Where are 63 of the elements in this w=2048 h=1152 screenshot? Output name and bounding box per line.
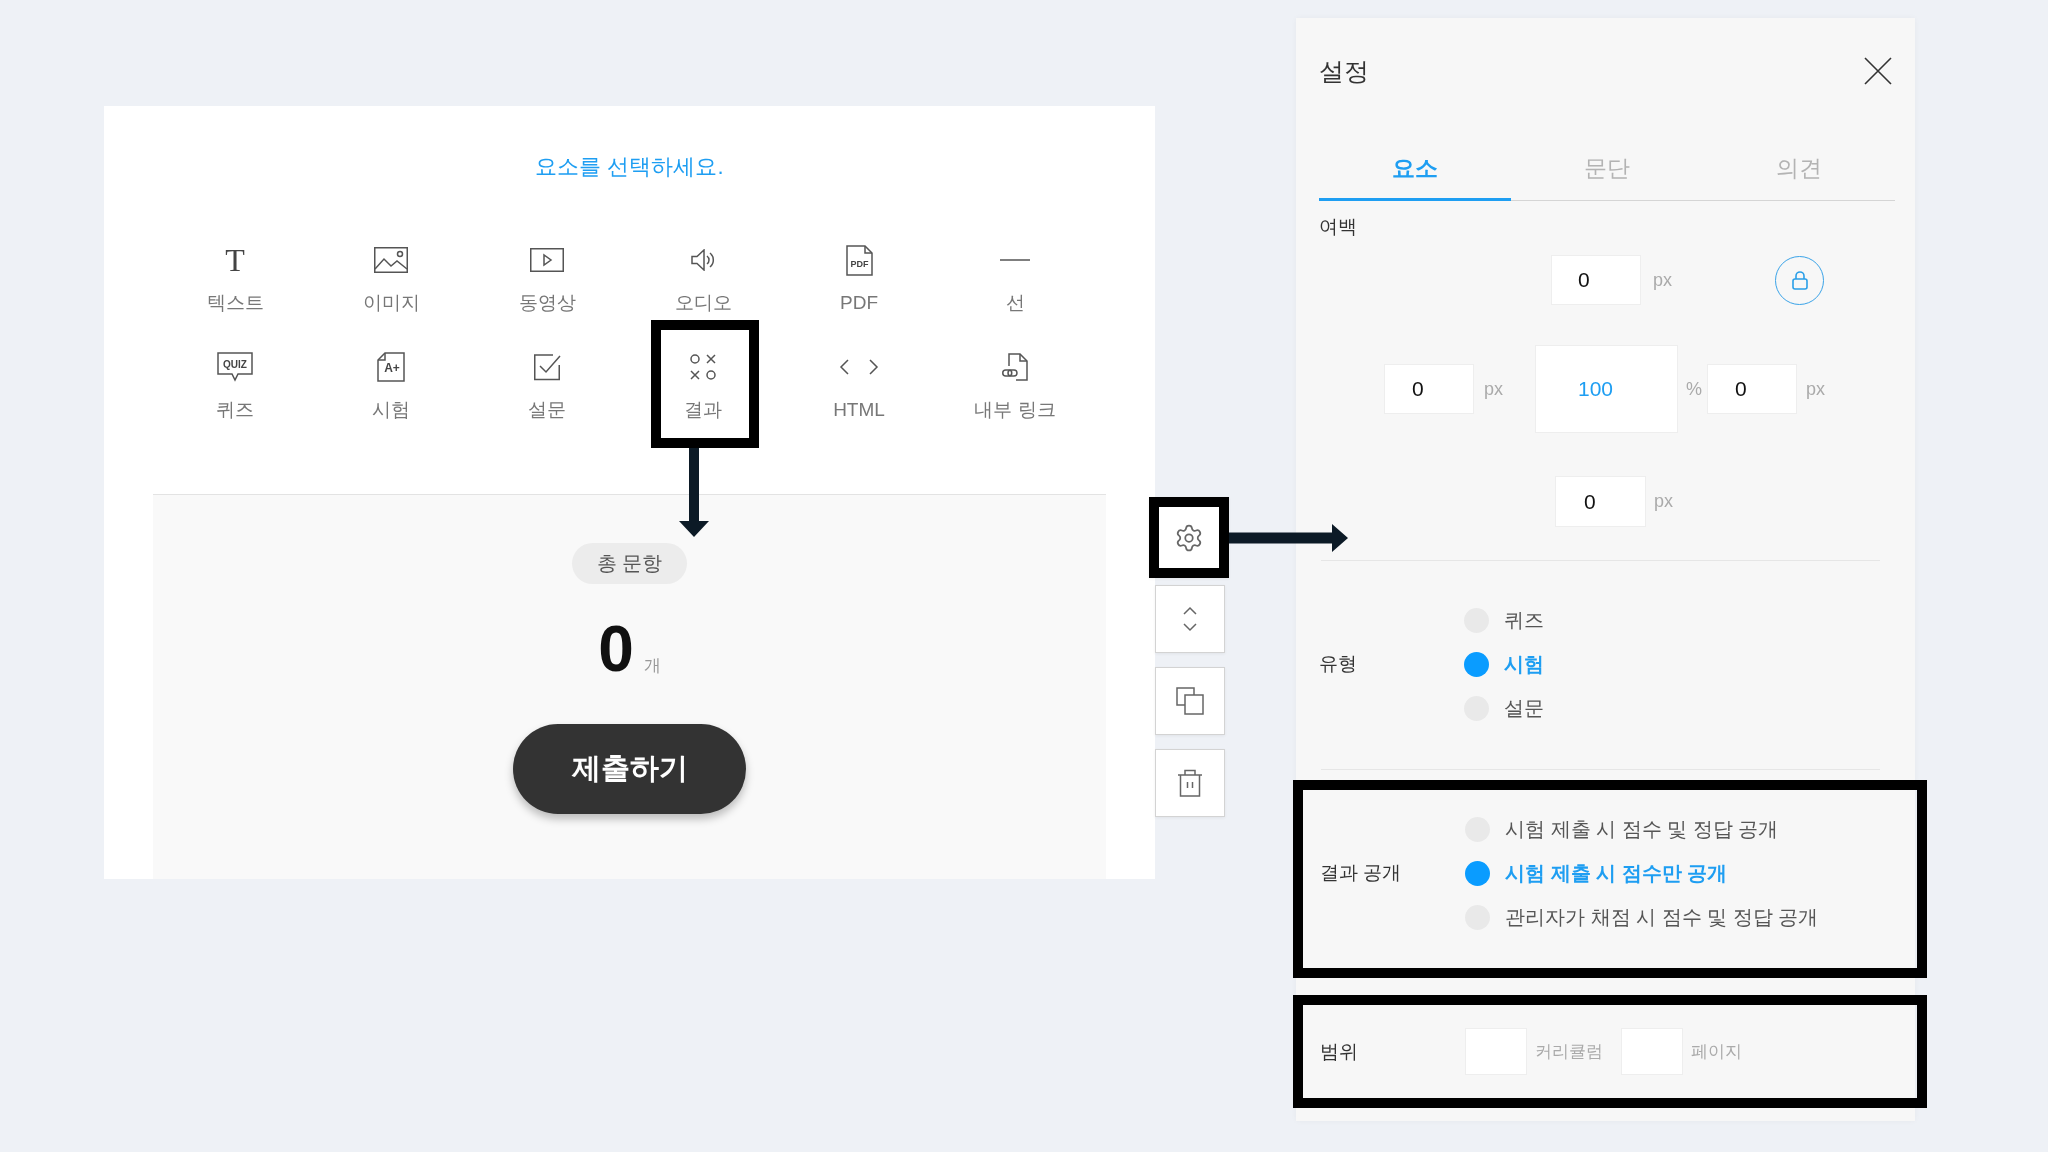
element-type-button[interactable]: HTML: [833, 349, 885, 422]
element-type-button[interactable]: QUIZ 퀴즈: [216, 349, 254, 422]
unit-label: px: [1484, 378, 1503, 400]
section-label: 유형: [1319, 652, 1357, 676]
number-input[interactable]: 0: [1384, 364, 1474, 414]
number-input[interactable]: 0: [1551, 255, 1641, 305]
element-type-button[interactable]: PDF PDF: [840, 242, 878, 315]
unit-label: px: [1806, 378, 1826, 400]
circle-cross-icon: [690, 354, 716, 380]
element-type-button[interactable]: 이미지: [362, 242, 420, 315]
element-type-button[interactable]: 내부 링크: [974, 349, 1056, 422]
unit-label: %: [1686, 378, 1703, 400]
quiz-bubble-icon: QUIZ: [217, 352, 253, 382]
element-type-button[interactable]: 동영상: [518, 242, 576, 315]
submit-button[interactable]: 제출하기: [513, 724, 746, 814]
count-value: 0: [598, 614, 634, 684]
code-icon: [839, 359, 879, 375]
radio-option[interactable]: 관리자가 채점 시 점수 및 정답 공개: [1465, 895, 1819, 939]
unit-label: px: [1654, 491, 1673, 512]
graded-document-icon: A+: [377, 352, 405, 382]
checkbox-icon: [533, 353, 561, 381]
prompt-text: 요소를 선택하세요.: [535, 154, 724, 180]
delete-button[interactable]: [1155, 749, 1225, 817]
radio-option[interactable]: 시험 제출 시 점수만 공개: [1465, 851, 1728, 895]
speaker-icon: [691, 249, 715, 271]
summary-badge: 총 문항: [571, 543, 688, 584]
radio-option[interactable]: 시험 제출 시 점수 및 정답 공개: [1465, 807, 1779, 851]
number-input[interactable]: 100: [1535, 345, 1678, 433]
close-icon: [1864, 57, 1892, 85]
element-type-button[interactable]: A+ 시험: [372, 349, 410, 422]
element-type-button[interactable]: 선: [1000, 242, 1030, 315]
unit-label: 커리큘럼: [1535, 1041, 1603, 1063]
image-icon: [374, 247, 408, 273]
number-input[interactable]: 0: [1555, 476, 1646, 527]
video-icon: [530, 248, 564, 272]
tab[interactable]: 요소: [1319, 124, 1511, 201]
element-type-button[interactable]: 결과: [684, 349, 722, 422]
text-icon: T: [225, 245, 245, 275]
chevron-up-down-icon: [1182, 606, 1198, 632]
settings-icon: [1174, 522, 1204, 553]
lock-icon: [1791, 270, 1808, 290]
copy-icon: [1176, 687, 1204, 715]
link-document-icon: [1002, 353, 1028, 381]
section-label: 범위: [1320, 1039, 1358, 1064]
number-input[interactable]: 0: [1707, 364, 1798, 414]
settings-button[interactable]: [1149, 497, 1229, 578]
pdf-file-icon: PDF: [845, 244, 873, 276]
radio-option[interactable]: 시험: [1464, 642, 1544, 686]
element-type-button[interactable]: 설문: [528, 349, 566, 422]
section-label: 여백: [1319, 215, 1357, 239]
trash-icon: [1177, 769, 1203, 797]
panel-title: 설정: [1319, 55, 1369, 87]
element-type-button[interactable]: 오디오: [674, 242, 732, 315]
copy-button[interactable]: [1155, 667, 1225, 735]
count-unit: 개: [643, 655, 661, 677]
unit-label: px: [1653, 269, 1672, 291]
close-button[interactable]: [1864, 57, 1892, 85]
unit-label: 페이지: [1691, 1041, 1742, 1063]
radio-option[interactable]: 설문: [1464, 686, 1544, 730]
line-icon: [1000, 259, 1030, 261]
radio-option[interactable]: 퀴즈: [1464, 598, 1544, 642]
section-label: 결과 공개: [1320, 861, 1402, 885]
element-type-button[interactable]: T 텍스트: [206, 242, 264, 315]
